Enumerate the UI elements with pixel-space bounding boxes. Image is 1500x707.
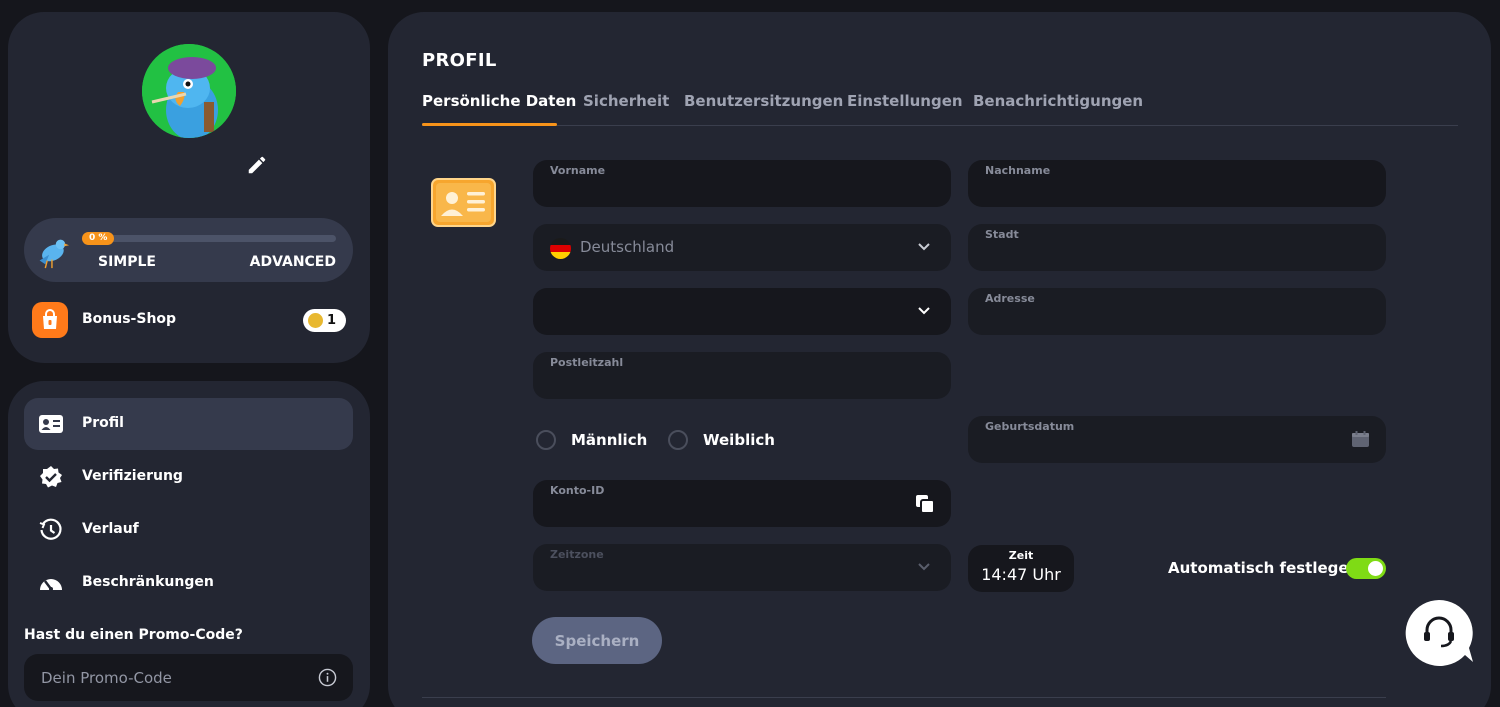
- current-time: Zeit 14:47 Uhr: [968, 545, 1074, 592]
- zip-input[interactable]: [550, 372, 910, 394]
- first-name-label: Vorname: [550, 164, 606, 177]
- toggle-knob: [1368, 561, 1383, 576]
- id-card-icon: [39, 415, 63, 433]
- tab-sicherheit[interactable]: Sicherheit: [583, 92, 669, 110]
- timezone-label: Zeitzone: [550, 548, 604, 561]
- birthdate-input[interactable]: [985, 436, 1345, 458]
- nav-item-beschraenkungen[interactable]: Beschränkungen: [24, 557, 353, 609]
- auto-timezone-label: Automatisch festlegen: [1168, 559, 1360, 577]
- history-icon: [39, 518, 62, 540]
- gender-female-label[interactable]: Weiblich: [703, 431, 775, 449]
- first-name-input[interactable]: [550, 180, 910, 202]
- promo-code-input[interactable]: [24, 654, 353, 701]
- gender-male-radio[interactable]: [536, 430, 556, 450]
- birthdate-field[interactable]: Geburtsdatum: [968, 416, 1386, 463]
- divider: [422, 697, 1386, 698]
- level-progress[interactable]: 0 % SIMPLE ADVANCED: [24, 218, 353, 282]
- auto-timezone-toggle[interactable]: [1346, 558, 1386, 579]
- save-button[interactable]: Speichern: [532, 617, 662, 664]
- nav-label-verifizierung: Verifizierung: [82, 468, 183, 484]
- germany-flag-icon: [550, 238, 571, 259]
- city-field[interactable]: Stadt: [968, 224, 1386, 271]
- nav-label-verlauf: Verlauf: [82, 521, 139, 537]
- promo-code-title: Hast du einen Promo-Code?: [24, 627, 243, 643]
- tab-einstellungen[interactable]: Einstellungen: [847, 92, 963, 110]
- level-progress-bar: [82, 235, 336, 242]
- birthdate-label: Geburtsdatum: [985, 420, 1075, 433]
- calendar-icon[interactable]: [1351, 430, 1370, 448]
- bird-level-icon: [39, 239, 70, 269]
- active-tab-indicator: [422, 123, 557, 126]
- city-label: Stadt: [985, 228, 1019, 241]
- city-input[interactable]: [985, 244, 1345, 266]
- address-field[interactable]: Adresse: [968, 288, 1386, 335]
- chevron-down-icon: [918, 243, 930, 251]
- page-title: PROFIL: [422, 50, 497, 71]
- account-id-value: [550, 500, 910, 522]
- parrot-avatar-image: [142, 44, 236, 138]
- level-progress-percent: 0 %: [82, 232, 115, 245]
- coin-icon: [308, 313, 323, 328]
- info-icon[interactable]: [318, 668, 337, 687]
- region-select[interactable]: [533, 288, 951, 335]
- nav-item-verlauf[interactable]: Verlauf: [24, 504, 353, 556]
- tab-benutzersitzungen[interactable]: Benutzersitzungen: [684, 92, 843, 110]
- time-value: 14:47 Uhr: [981, 565, 1061, 584]
- country-select[interactable]: Deutschland: [533, 224, 951, 271]
- edit-pencil-icon[interactable]: [246, 154, 268, 176]
- tab-persoenliche-daten[interactable]: Persönliche Daten: [422, 92, 576, 110]
- verified-badge-icon: [40, 466, 62, 488]
- bonus-shop-link[interactable]: Bonus-Shop 1: [32, 302, 346, 338]
- last-name-input[interactable]: [985, 180, 1345, 202]
- zip-label: Postleitzahl: [550, 356, 624, 369]
- gender-male-label[interactable]: Männlich: [571, 431, 647, 449]
- country-value: Deutschland: [580, 238, 675, 256]
- shopping-bag-icon: [32, 302, 68, 338]
- level-next: ADVANCED: [249, 254, 336, 270]
- chevron-down-icon: [918, 307, 930, 315]
- zip-field[interactable]: Postleitzahl: [533, 352, 951, 399]
- nav-label-profil: Profil: [82, 415, 124, 431]
- account-id-label: Konto-ID: [550, 484, 605, 497]
- profile-tabs: Persönliche Daten Sicherheit Benutzersit…: [422, 90, 1458, 126]
- gauge-icon: [40, 579, 62, 591]
- address-input[interactable]: [985, 308, 1345, 330]
- first-name-field[interactable]: Vorname: [533, 160, 951, 207]
- nav-label-beschraenkungen: Beschränkungen: [82, 574, 214, 590]
- tab-benachrichtigungen[interactable]: Benachrichtigungen: [973, 92, 1143, 110]
- nav-item-verifizierung[interactable]: Verifizierung: [24, 451, 353, 503]
- gender-female-radio[interactable]: [668, 430, 688, 450]
- chevron-down-icon: [918, 563, 930, 571]
- bonus-shop-label: Bonus-Shop: [82, 311, 177, 327]
- address-label: Adresse: [985, 292, 1035, 305]
- bonus-count-badge: 1: [303, 309, 346, 332]
- timezone-select[interactable]: Zeitzone: [533, 544, 951, 591]
- time-label: Zeit: [1008, 549, 1034, 562]
- nav-item-profil[interactable]: Profil: [24, 398, 353, 450]
- profile-panel: PROFIL Persönliche Daten Sicherheit Benu…: [388, 12, 1491, 707]
- bonus-count-value: 1: [327, 313, 337, 328]
- last-name-field[interactable]: Nachname: [968, 160, 1386, 207]
- support-chat-button[interactable]: [1405, 600, 1473, 666]
- copy-icon[interactable]: [915, 494, 935, 514]
- account-id-field[interactable]: Konto-ID: [533, 480, 951, 527]
- last-name-label: Nachname: [985, 164, 1051, 177]
- avatar[interactable]: [142, 44, 236, 138]
- level-current: SIMPLE: [98, 254, 156, 270]
- personal-data-card-icon: [431, 178, 496, 227]
- user-card: 0 % SIMPLE ADVANCED Bonus-Shop 1: [8, 12, 370, 363]
- profile-nav: Profil Verifizierung Verlauf Beschränkun…: [8, 381, 370, 707]
